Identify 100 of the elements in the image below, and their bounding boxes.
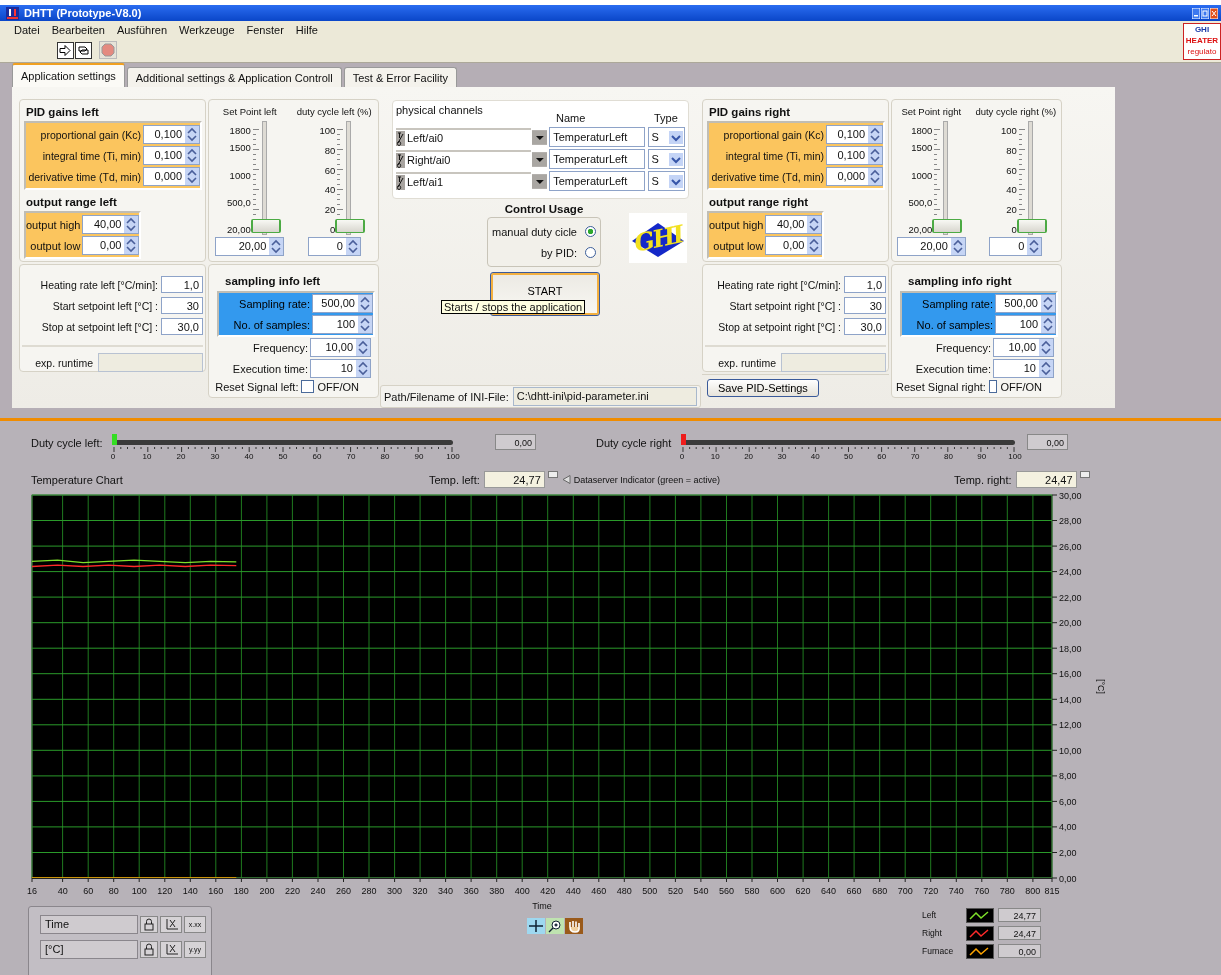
dropdown-button[interactable] bbox=[531, 129, 548, 145]
tick-label: 420 bbox=[540, 886, 556, 896]
number-field[interactable]: 30 bbox=[161, 297, 203, 314]
tick-label: 60 bbox=[1006, 164, 1017, 177]
tick-label: 30,00 bbox=[1059, 493, 1082, 501]
autoscale-icon[interactable] bbox=[160, 941, 182, 958]
value-display: 24,47 bbox=[998, 926, 1041, 940]
scale-name-field[interactable]: Time bbox=[40, 915, 138, 934]
menu-item[interactable]: Hilfe bbox=[289, 23, 324, 36]
slider-thumb[interactable] bbox=[112, 434, 117, 445]
tick-label: 240 bbox=[310, 886, 326, 896]
checkbox[interactable] bbox=[988, 380, 998, 393]
slider-thumb[interactable] bbox=[681, 434, 686, 445]
type-select[interactable]: S bbox=[647, 149, 685, 169]
autoscale-icon[interactable] bbox=[160, 916, 182, 933]
radio-button[interactable] bbox=[585, 247, 596, 258]
run-arrow-icon[interactable] bbox=[57, 41, 74, 59]
lock-icon[interactable] bbox=[140, 916, 158, 933]
tick-label: 24,00 bbox=[1059, 567, 1082, 578]
slider-thumb[interactable] bbox=[250, 219, 281, 233]
menu-item[interactable]: Ausführen bbox=[110, 23, 174, 36]
zoom-icon[interactable] bbox=[546, 918, 564, 934]
close-button[interactable] bbox=[1210, 7, 1218, 19]
tick-label: 40 bbox=[810, 452, 820, 461]
channel-select[interactable]: Left/ai0 bbox=[396, 127, 531, 147]
name-field[interactable]: TemperaturLeft bbox=[549, 149, 645, 169]
path-field[interactable]: C:\dhtt-ini\pid-parameter.ini bbox=[512, 387, 697, 406]
number-field[interactable]: 1,0 bbox=[161, 276, 203, 293]
slider-thumb[interactable] bbox=[1016, 219, 1047, 233]
type-select[interactable]: S bbox=[647, 127, 685, 147]
name-field[interactable]: TemperaturLeft bbox=[549, 127, 645, 147]
radio-label: by PID: bbox=[540, 246, 577, 259]
slider-thumb[interactable] bbox=[335, 219, 366, 233]
run-continuous-icon[interactable] bbox=[75, 41, 92, 59]
type-select[interactable]: S bbox=[647, 171, 685, 191]
tick-label: 20 bbox=[176, 452, 186, 461]
tick-label: 20 bbox=[1006, 204, 1017, 217]
section-title: PID gains left bbox=[26, 106, 100, 118]
menu-item[interactable]: Datei bbox=[8, 23, 46, 36]
channels-title: physical channels bbox=[396, 104, 483, 118]
tick-label: 20 bbox=[744, 452, 754, 461]
tick-label: 660 bbox=[846, 886, 862, 896]
radio-label: manual duty cicle bbox=[492, 225, 577, 238]
tick-label: 100 bbox=[446, 452, 460, 461]
tick-label: 90 bbox=[977, 452, 987, 461]
logo-text: regulato bbox=[1187, 46, 1217, 57]
tick-label: 680 bbox=[872, 886, 888, 896]
tick-label: 40 bbox=[324, 184, 336, 197]
tick-label: 14,00 bbox=[1059, 694, 1082, 705]
tab[interactable]: Application settings bbox=[12, 63, 125, 87]
lock-icon[interactable] bbox=[140, 941, 158, 958]
name-field[interactable]: TemperaturLeft bbox=[549, 171, 645, 191]
save-button[interactable]: Save PID-Settings bbox=[707, 379, 819, 397]
io-icon bbox=[396, 130, 405, 146]
maximize-button[interactable] bbox=[1201, 7, 1209, 19]
menu-item[interactable]: Werkzeuge bbox=[173, 23, 241, 36]
channel-select[interactable]: Left/ai1 bbox=[396, 171, 531, 191]
control-usage-title: Control Usage bbox=[504, 203, 584, 215]
tick-label: 40 bbox=[244, 452, 254, 461]
dropdown-button[interactable] bbox=[531, 151, 548, 167]
value-display: 24,77 bbox=[483, 471, 545, 488]
tick-label: 30 bbox=[210, 452, 220, 461]
slider-label: Set Point left bbox=[222, 106, 277, 117]
tab[interactable]: Test & Error Facility bbox=[343, 67, 458, 87]
tick-label: 1800 bbox=[911, 125, 933, 137]
number-field[interactable]: 30,0 bbox=[161, 318, 203, 335]
number-field[interactable]: 1,0 bbox=[844, 276, 886, 293]
menu-item[interactable]: Bearbeiten bbox=[45, 23, 111, 36]
dropdown-button[interactable] bbox=[531, 173, 548, 189]
menu-item[interactable]: Fenster bbox=[240, 23, 290, 36]
tick-label: 10 bbox=[142, 452, 152, 461]
stop-icon[interactable] bbox=[99, 41, 117, 59]
tick-label: 60 bbox=[324, 164, 336, 177]
tick-label: 28,00 bbox=[1059, 516, 1082, 527]
tick-label: 26,00 bbox=[1059, 541, 1082, 552]
column-header: Type bbox=[654, 112, 678, 124]
chart-title: Temperature Chart bbox=[31, 473, 124, 486]
hand-icon[interactable] bbox=[565, 918, 583, 934]
tick-label: 40 bbox=[1006, 184, 1017, 197]
channel-select[interactable]: Right/ai0 bbox=[396, 149, 531, 169]
tab[interactable]: Additional settings & Application Controll bbox=[126, 67, 342, 87]
tick-label: 80 bbox=[1006, 144, 1017, 157]
tick-label: 1500 bbox=[911, 141, 933, 154]
tick-label: 0 bbox=[110, 452, 116, 461]
tick-label: 100 bbox=[319, 125, 336, 137]
radio-button[interactable] bbox=[585, 226, 596, 237]
io-icon bbox=[396, 152, 405, 168]
tick-label: 460 bbox=[591, 886, 607, 896]
tick-label: 20,00 bbox=[908, 224, 933, 236]
checkbox[interactable] bbox=[301, 380, 315, 393]
tick-label: 2,00 bbox=[1059, 847, 1077, 858]
crosshair-icon[interactable] bbox=[527, 918, 545, 934]
scale-name-field[interactable]: [°C] bbox=[40, 940, 138, 959]
number-field[interactable]: 30 bbox=[844, 297, 886, 314]
minimize-button[interactable] bbox=[1192, 7, 1200, 19]
slider-thumb[interactable] bbox=[932, 219, 963, 233]
tick-label: 600 bbox=[770, 886, 786, 896]
tick-label: 20 bbox=[324, 204, 336, 217]
tick-label: 16,00 bbox=[1059, 669, 1082, 680]
number-field[interactable]: 30,0 bbox=[844, 318, 886, 335]
